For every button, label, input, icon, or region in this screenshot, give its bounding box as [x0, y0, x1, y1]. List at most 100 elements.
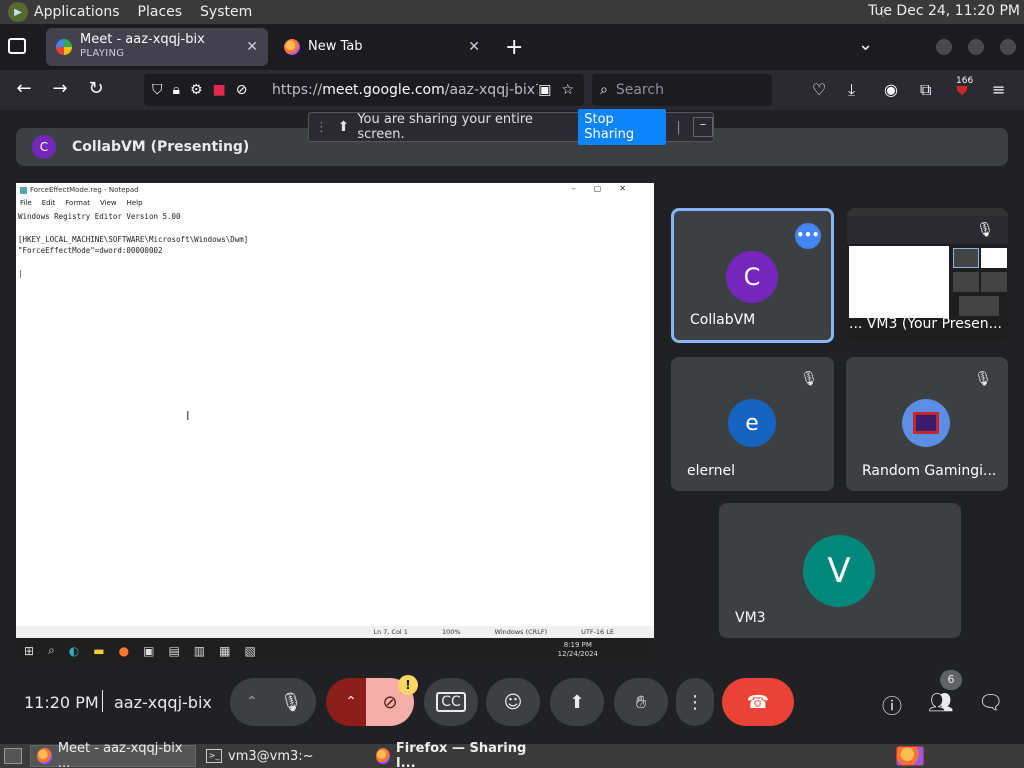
emoji-icon: ☺	[503, 691, 523, 713]
captions-icon: CC	[436, 692, 466, 712]
menu-system[interactable]: System	[200, 4, 252, 20]
raise-hand-button[interactable]: ✋︎	[614, 678, 668, 726]
mic-off-icon: 🎙︎	[976, 222, 994, 238]
pocket-icon[interactable]: ♡	[812, 80, 826, 99]
tab-title: Meet - aaz-xqqj-bix	[80, 32, 205, 47]
lock-icon[interactable]: 🔒︎	[173, 82, 180, 98]
more-options-button[interactable]: ⋮	[676, 678, 714, 726]
url-bar[interactable]: ⛉ 🔒︎ ⚙︎ ■ ⊘ https://meet.google.com/aaz-…	[144, 74, 584, 106]
thumb-topbar	[847, 208, 1008, 216]
url-path: /aaz-xqqj-bix?	[444, 82, 539, 98]
back-icon[interactable]: ←	[12, 78, 36, 99]
participant-name: elernel	[687, 463, 736, 479]
screen-sharing-bar: ⋮ ⬆ You are sharing your entire screen. …	[308, 109, 714, 145]
mic-off-icon: 🎙︎	[800, 371, 818, 387]
notepad-menu-format: Format	[65, 199, 90, 207]
close-tab-icon[interactable]: ✕	[246, 39, 258, 55]
profile-image	[902, 399, 950, 447]
account-icon[interactable]: ◉	[884, 80, 898, 99]
firefox-icon	[376, 748, 390, 764]
taskbar-item-meet[interactable]: Meet - aaz-xqqj-bix ...	[30, 741, 196, 768]
reader-view-icon[interactable]: ▣	[538, 82, 551, 98]
participant-tile-vm3-presentation[interactable]: 🎙︎ ... VM3 (Your Presen...	[847, 208, 1008, 342]
permissions-icon[interactable]: ⚙︎	[190, 82, 203, 98]
hangup-icon: ☎︎	[746, 691, 770, 713]
menu-applications[interactable]: Applications	[34, 4, 120, 20]
reload-icon[interactable]: ↻	[84, 78, 108, 99]
drag-handle-icon[interactable]: ⋮	[315, 120, 330, 135]
list-all-tabs-icon[interactable]	[8, 38, 26, 54]
downloads-icon[interactable]: ⤓	[848, 80, 855, 100]
tracking-shield-icon[interactable]: ⛉	[152, 82, 163, 98]
more-options-icon[interactable]: •••	[795, 223, 821, 249]
minimize-sharing-bar-button[interactable]: –	[692, 117, 713, 137]
search-input[interactable]: ⌕ Search	[592, 74, 772, 106]
new-tab-icon[interactable]: +	[505, 35, 523, 60]
tab-meet[interactable]: Meet - aaz-xqqj-bix PLAYING ✕	[46, 28, 268, 66]
meeting-details-icon[interactable]: ⓘ	[882, 690, 902, 719]
forward-icon[interactable]: →	[48, 78, 72, 99]
panel-clock[interactable]: Tue Dec 24, 11:20 PM	[868, 3, 1020, 19]
leave-call-button[interactable]: ☎︎	[722, 678, 794, 726]
extensions-icon[interactable]: ⧉	[920, 80, 931, 100]
divider	[102, 690, 103, 712]
explorer-icon: ▬	[93, 643, 105, 658]
participant-tile-vm3[interactable]: V VM3	[719, 503, 961, 638]
minimize-window-button[interactable]	[936, 39, 952, 55]
edge-icon: ◐	[68, 643, 80, 658]
maximize-window-button[interactable]	[968, 39, 984, 55]
terminal-icon: >_	[206, 749, 222, 763]
taskbar-item-firefox-sharing[interactable]: Firefox — Sharing I...	[370, 741, 536, 768]
close-tab-icon[interactable]: ✕	[468, 39, 480, 55]
present-screen-icon: ⬆	[569, 691, 585, 713]
participant-name: Random Gamingi...	[862, 463, 997, 479]
avatar: e	[728, 399, 776, 447]
participant-tile-random-gaming[interactable]: 🎙︎ Random Gamingi...	[846, 357, 1008, 491]
close-window-button[interactable]	[1000, 39, 1016, 55]
taskbar-item-label: Meet - aaz-xqqj-bix ...	[57, 741, 183, 768]
firefox-tray-icon[interactable]	[896, 746, 924, 766]
shared-screen[interactable]: ForceEffectMode.reg - Notepad –▢✕ File E…	[16, 183, 654, 663]
url-text[interactable]: https://meet.google.com/aaz-xqqj-bix?	[272, 82, 538, 98]
participant-tile-collabvm[interactable]: C ••• CollabVM	[671, 208, 834, 343]
participant-name: VM3	[735, 610, 766, 626]
participant-tile-elernel[interactable]: 🎙︎ e elernel	[671, 357, 834, 491]
meet-controls-bar: 11:20 PM aaz-xqqj-bix ⌃ 🎙︎ ⌃ ⊘ ! CC ☺ ⬆ …	[0, 666, 1024, 740]
url-host: meet.google.com	[322, 82, 445, 98]
participant-name: CollabVM	[690, 312, 756, 328]
present-button[interactable]: ⬆	[550, 678, 604, 726]
notepad-task-icon: ▧	[244, 643, 256, 658]
audio-settings-button[interactable]: ⌃ 🎙︎	[230, 678, 316, 726]
avatar: C	[32, 135, 56, 159]
tab-new-tab[interactable]: New Tab ✕	[274, 28, 490, 66]
warning-badge: !	[398, 675, 418, 695]
reactions-button[interactable]: ☺	[486, 678, 540, 726]
chevron-down-icon[interactable]: ⌄	[858, 34, 873, 55]
stop-sharing-button[interactable]: Stop Sharing	[578, 109, 667, 145]
menu-icon[interactable]: ≡	[992, 80, 1005, 99]
meet-favicon-icon	[56, 39, 72, 55]
url-prefix: https://	[272, 82, 323, 98]
avatar: C	[726, 251, 778, 303]
captions-button[interactable]: CC	[424, 678, 478, 726]
windows-date: 12/24/2024	[557, 650, 598, 658]
notepad-menu: File Edit Format View Help	[16, 197, 654, 209]
camera-sharing-icon[interactable]: ■	[213, 82, 226, 98]
taskbar-item-terminal[interactable]: >_ vm3@vm3:~	[200, 745, 366, 767]
applications-icon[interactable]: ▶	[8, 2, 28, 22]
share-screen-icon: ⬆	[337, 119, 350, 135]
chat-icon[interactable]: 🗨︎	[978, 690, 1003, 714]
notepad-content: Windows Registry Editor Version 5.00 [HK…	[18, 212, 249, 279]
show-desktop-icon[interactable]	[4, 748, 22, 764]
windows-start-icon: ⊞	[24, 643, 35, 658]
app-icon: ▦	[219, 643, 231, 658]
thumb-tile	[981, 272, 1007, 292]
autoplay-blocked-icon[interactable]: ⊘	[236, 82, 248, 98]
bookmark-star-icon[interactable]: ☆	[561, 82, 574, 98]
windows-search-icon: ⌕	[48, 643, 55, 657]
people-icon[interactable]: 👥︎	[928, 690, 953, 714]
camera-off-icon: ⊘	[382, 691, 398, 713]
hand-icon: ✋︎	[635, 691, 647, 713]
text-cursor-icon: I	[186, 409, 190, 423]
menu-places[interactable]: Places	[138, 4, 183, 20]
